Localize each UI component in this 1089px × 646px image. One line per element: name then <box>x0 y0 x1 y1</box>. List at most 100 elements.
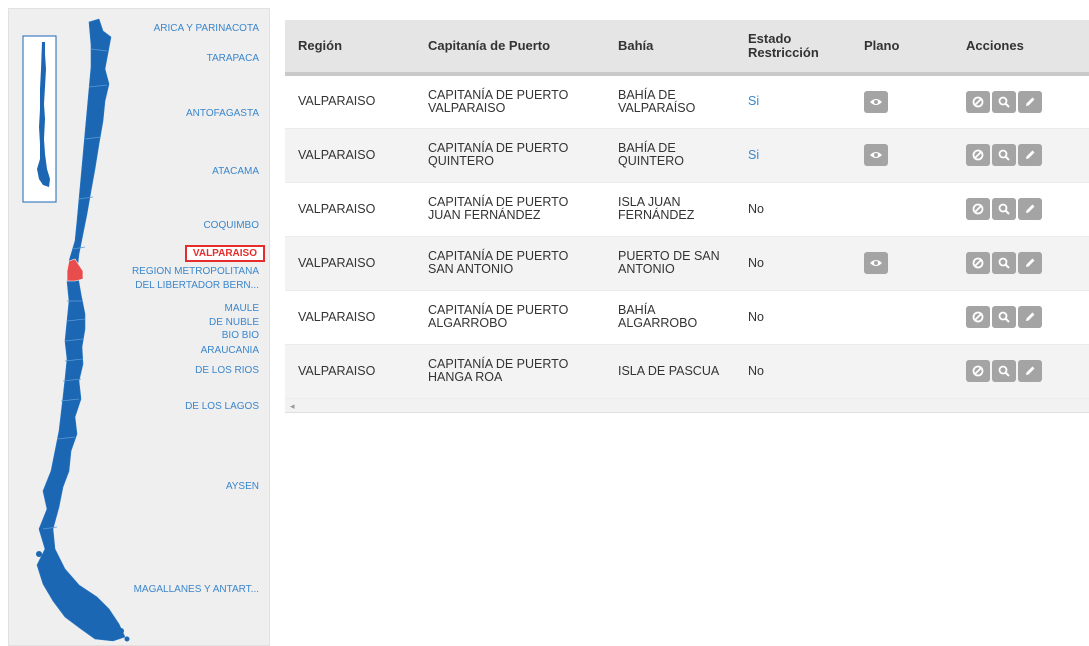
capitanias-table: Región Capitanía de Puerto Bahía Estado … <box>285 20 1089 399</box>
table-row: VALPARAISO CAPITANÍA DE PUERTO JUAN FERNÁ… <box>285 182 1089 237</box>
search-button[interactable] <box>992 144 1016 166</box>
block-icon <box>972 149 984 161</box>
region-link-libertador[interactable]: DEL LIBERTADOR BERN... <box>135 280 259 291</box>
search-icon <box>998 149 1010 161</box>
region-link-aysen[interactable]: AYSEN <box>226 481 259 492</box>
search-button[interactable] <box>992 360 1016 382</box>
capitanias-table-container: Región Capitanía de Puerto Bahía Estado … <box>285 20 1089 413</box>
search-button[interactable] <box>992 90 1016 113</box>
cell-estado-restriccion[interactable]: Si <box>735 74 851 129</box>
region-link-metropolitana[interactable]: REGION METROPOLITANA <box>132 266 259 277</box>
cell-bahia: BAHÍA ALGARROBO <box>605 290 735 345</box>
scroll-left-arrow[interactable]: ◂ <box>290 399 295 413</box>
block-icon <box>972 203 984 215</box>
header-plano[interactable]: Plano <box>851 20 953 76</box>
edit-button[interactable] <box>1018 90 1042 113</box>
edit-icon <box>1024 96 1036 108</box>
cell-capitania: CAPITANÍA DE PUERTO JUAN FERNÁNDEZ <box>415 182 605 237</box>
view-plan-button[interactable] <box>864 252 888 274</box>
search-button[interactable] <box>992 198 1016 220</box>
search-button[interactable] <box>992 252 1016 274</box>
region-link-tarapaca[interactable]: TARAPACA <box>207 53 259 64</box>
region-map-panel: ARICA Y PARINACOTA TARAPACA ANTOFAGASTA … <box>8 8 270 646</box>
cell-region: VALPARAISO <box>285 290 415 345</box>
cell-bahia: ISLA JUAN FERNÁNDEZ <box>605 182 735 237</box>
search-button[interactable] <box>992 306 1016 328</box>
cell-plano <box>851 182 953 237</box>
cell-region: VALPARAISO <box>285 128 415 183</box>
header-capitania[interactable]: Capitanía de Puerto <box>415 20 605 76</box>
disable-button[interactable] <box>966 306 990 328</box>
edit-button[interactable] <box>1018 360 1042 382</box>
edit-icon <box>1024 203 1036 215</box>
cell-region: VALPARAISO <box>285 236 415 291</box>
region-link-arica-y-parinacota[interactable]: ARICA Y PARINACOTA <box>154 23 259 34</box>
view-plan-button[interactable] <box>864 144 888 166</box>
edit-icon <box>1024 311 1036 323</box>
cell-acciones <box>953 236 1089 291</box>
eye-icon <box>869 97 883 107</box>
cell-plano <box>851 128 953 183</box>
header-acciones: Acciones <box>953 20 1089 76</box>
table-row: VALPARAISO CAPITANÍA DE PUERTO QUINTERO BA… <box>285 128 1089 183</box>
cell-acciones <box>953 290 1089 345</box>
header-estado-restriccion[interactable]: Estado Restricción <box>735 20 851 76</box>
region-link-bio-bio[interactable]: BIO BIO <box>222 330 259 341</box>
cell-capitania: CAPITANÍA DE PUERTO QUINTERO <box>415 128 605 183</box>
cell-estado-restriccion[interactable]: Si <box>735 128 851 183</box>
block-icon <box>972 257 984 269</box>
cell-plano <box>851 236 953 291</box>
cell-region: VALPARAISO <box>285 344 415 399</box>
cell-bahia: BAHÍA DE QUINTERO <box>605 128 735 183</box>
view-plan-button[interactable] <box>864 90 888 113</box>
cell-bahia: PUERTO DE SAN ANTONIO <box>605 236 735 291</box>
search-icon <box>998 257 1010 269</box>
cell-plano <box>851 344 953 399</box>
header-bahia[interactable]: Bahía <box>605 20 735 76</box>
table-body: VALPARAISO CAPITANÍA DE PUERTO VALPARAISO… <box>285 74 1089 399</box>
cell-acciones <box>953 74 1089 129</box>
disable-button[interactable] <box>966 144 990 166</box>
disable-button[interactable] <box>966 360 990 382</box>
region-link-antofagasta[interactable]: ANTOFAGASTA <box>186 108 259 119</box>
cell-plano <box>851 74 953 129</box>
block-icon <box>972 96 984 108</box>
cell-bahia: BAHÍA DE VALPARAÍSO <box>605 74 735 129</box>
table-header-row: Región Capitanía de Puerto Bahía Estado … <box>285 20 1089 76</box>
cell-capitania: CAPITANÍA DE PUERTO SAN ANTONIO <box>415 236 605 291</box>
horizontal-scrollbar[interactable]: ◂ <box>285 398 1089 413</box>
block-icon <box>972 365 984 377</box>
region-link-magallanes[interactable]: MAGALLANES Y ANTART... <box>134 584 259 595</box>
region-link-valparaiso[interactable]: VALPARAISO <box>184 245 265 262</box>
cell-acciones <box>953 182 1089 237</box>
valparaiso-region-shape <box>66 258 84 282</box>
cell-estado-restriccion: No <box>735 182 851 237</box>
search-icon <box>998 365 1010 377</box>
edit-button[interactable] <box>1018 144 1042 166</box>
region-link-maule[interactable]: MAULE <box>225 303 259 314</box>
eye-icon <box>869 258 883 268</box>
region-link-araucania[interactable]: ARAUCANIA <box>201 345 259 356</box>
table-row: VALPARAISO CAPITANÍA DE PUERTO SAN ANTONI… <box>285 236 1089 291</box>
region-link-los-rios[interactable]: DE LOS RIOS <box>195 365 259 376</box>
disable-button[interactable] <box>966 198 990 220</box>
edit-button[interactable] <box>1018 252 1042 274</box>
edit-icon <box>1024 365 1036 377</box>
region-link-coquimbo[interactable]: COQUIMBO <box>203 220 259 231</box>
region-link-atacama[interactable]: ATACAMA <box>212 166 259 177</box>
cell-region: VALPARAISO <box>285 182 415 237</box>
disable-button[interactable] <box>966 252 990 274</box>
edit-button[interactable] <box>1018 198 1042 220</box>
table-row: VALPARAISO CAPITANÍA DE PUERTO VALPARAISO… <box>285 74 1089 129</box>
region-link-nuble[interactable]: DE NUBLE <box>209 317 259 328</box>
table-row: VALPARAISO CAPITANÍA DE PUERTO ALGARROBO B… <box>285 290 1089 345</box>
cell-capitania: CAPITANÍA DE PUERTO HANGA ROA <box>415 344 605 399</box>
edit-icon <box>1024 257 1036 269</box>
header-region[interactable]: Región <box>285 20 415 76</box>
disable-button[interactable] <box>966 90 990 113</box>
cell-capitania: CAPITANÍA DE PUERTO VALPARAISO <box>415 74 605 129</box>
region-link-los-lagos[interactable]: DE LOS LAGOS <box>185 401 259 412</box>
cell-acciones <box>953 344 1089 399</box>
edit-button[interactable] <box>1018 306 1042 328</box>
cell-plano <box>851 290 953 345</box>
